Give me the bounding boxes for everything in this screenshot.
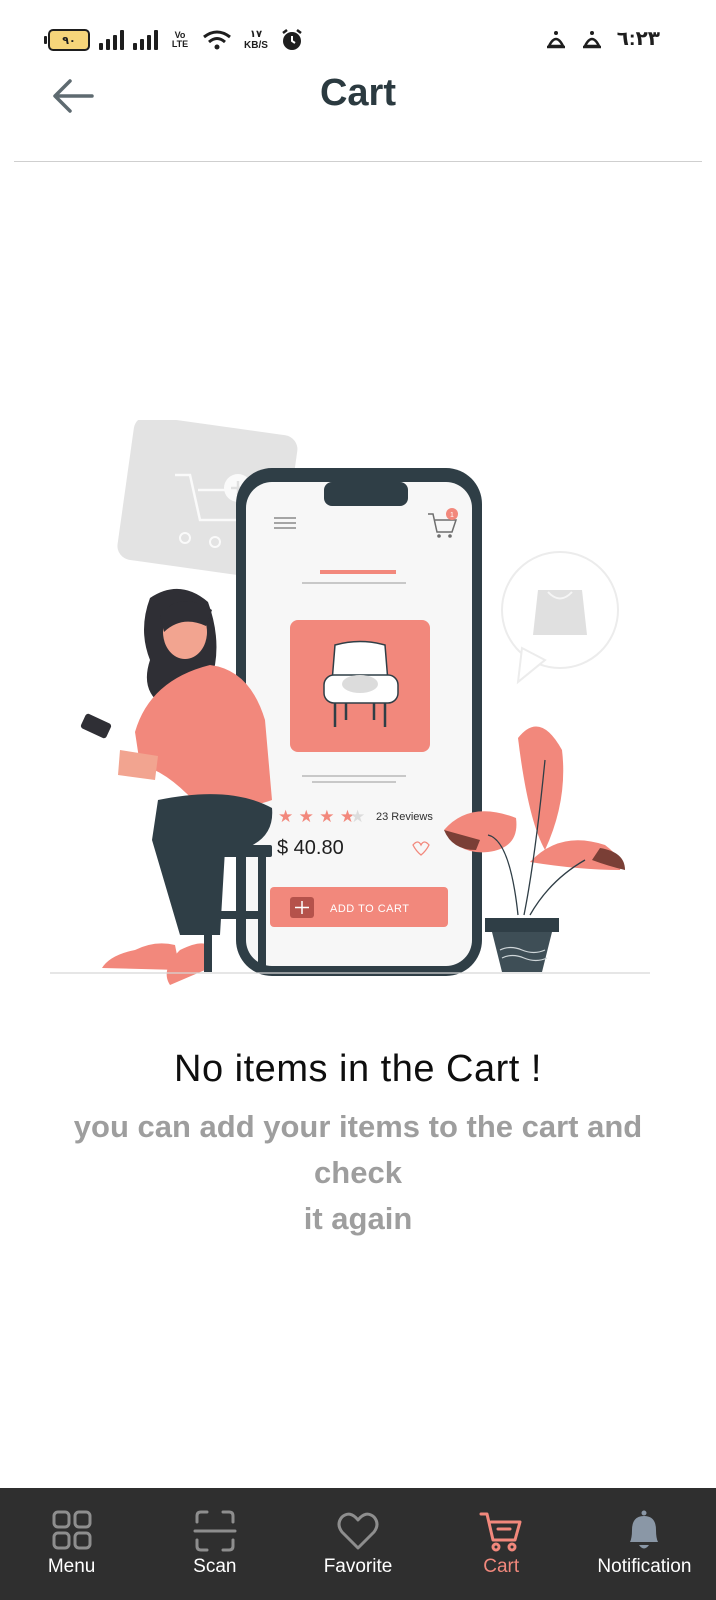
reviews-count: 23 Reviews	[376, 811, 433, 823]
phone-cart-badge: 1	[450, 512, 454, 519]
nav-label-notification: Notification	[597, 1556, 692, 1577]
signal-strength-icon	[133, 30, 158, 50]
page-title: Cart	[319, 72, 397, 114]
svg-text:★ ★ ★ ★: ★ ★ ★ ★	[278, 807, 355, 827]
product-price: $ 40.80	[277, 837, 344, 859]
wifi-icon	[203, 30, 231, 50]
nav-item-favorite[interactable]: Favorite	[286, 1488, 429, 1600]
shopping-bag-bubble	[501, 551, 619, 685]
nav-item-menu[interactable]: Menu	[0, 1488, 143, 1600]
status-bar: ٩٠ Vo LTE ١٧ KB/S ٦:٢٣	[0, 0, 716, 70]
svg-text:★: ★	[350, 807, 365, 827]
empty-cart-title: No items in the Cart !	[174, 1048, 542, 1090]
nav-label-favorite: Favorite	[323, 1556, 393, 1577]
volte-label: Vo LTE	[171, 30, 189, 49]
notification-app-icon	[546, 30, 565, 48]
battery-icon: ٩٠	[44, 29, 90, 51]
bottom-navigation: Menu Scan Favorite Cart Notification	[0, 1488, 716, 1600]
grid-icon	[52, 1510, 92, 1550]
empty-cart-subtitle-line: you can add your items to the cart and	[73, 1109, 643, 1144]
empty-cart-illustration: 1 ★ ★ ★ ★ ★ 23 Reviews $ 40.80 ADD TO CA…	[50, 420, 650, 985]
empty-cart-subtitle-line: it again	[303, 1201, 413, 1236]
app-header: Cart	[0, 70, 716, 162]
battery-level: ٩٠	[62, 34, 76, 47]
heart-icon	[337, 1512, 379, 1550]
nav-item-scan[interactable]: Scan	[143, 1488, 286, 1600]
empty-cart-subtitle-line: check	[314, 1155, 402, 1190]
cart-icon	[479, 1512, 522, 1552]
empty-cart-subtitle: you can add your items to the cart and c…	[60, 1104, 656, 1242]
signal-strength-icon	[99, 30, 124, 50]
nav-label-menu: Menu	[47, 1556, 96, 1577]
nav-item-notification[interactable]: Notification	[573, 1488, 716, 1600]
network-speed: ١٧ KB/S	[241, 29, 271, 51]
add-to-cart-label: ADD TO CART	[330, 903, 409, 915]
nav-item-cart[interactable]: Cart	[430, 1488, 573, 1600]
nav-label-scan: Scan	[193, 1556, 237, 1577]
alarm-icon	[282, 29, 302, 50]
nav-label-cart: Cart	[483, 1556, 520, 1577]
bell-icon	[630, 1510, 659, 1549]
rating-stars: ★ ★ ★ ★ ★	[278, 807, 365, 827]
network-speed-unit: KB/S	[244, 40, 268, 51]
network-speed-value: ١٧	[249, 29, 263, 40]
header-divider	[14, 161, 702, 162]
scan-icon	[193, 1510, 237, 1552]
clock: ٦:٢٣	[616, 28, 660, 50]
notification-app-icon	[582, 30, 601, 48]
phone-mockup: 1 ★ ★ ★ ★ ★ 23 Reviews $ 40.80 ADD TO CA…	[236, 468, 482, 976]
